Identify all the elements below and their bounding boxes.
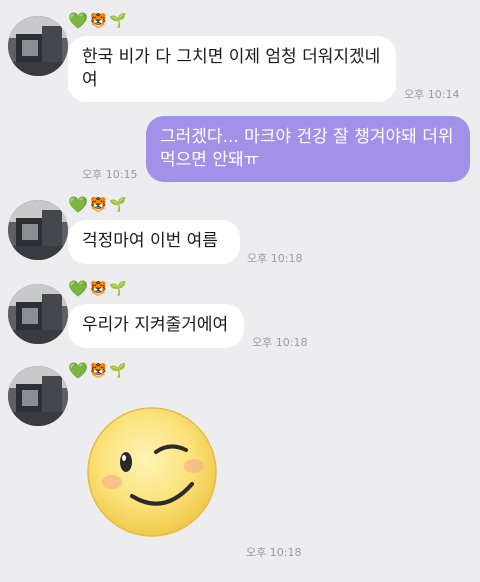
green-heart-icon: 💚 [68, 361, 88, 380]
sender-badges: 💚 🐯 🌱 [68, 12, 127, 30]
green-heart-icon: 💚 [68, 195, 88, 214]
message-timestamp: 오후 10:18 [247, 252, 303, 265]
avatar[interactable] [8, 16, 68, 76]
tiger-face-icon: 🐯 [89, 281, 108, 297]
tiger-face-icon: 🐯 [89, 197, 108, 213]
green-heart-icon: 💚 [68, 11, 88, 30]
avatar[interactable] [8, 284, 68, 344]
message-bubble[interactable]: 걱정마여 이번 여름 [68, 220, 240, 264]
message-timestamp: 오후 10:18 [252, 336, 308, 349]
winking-smiley-sticker[interactable] [84, 404, 220, 540]
message-bubble[interactable]: 한국 비가 다 그치면 이제 엄청 더워지겠네 여 [68, 36, 396, 102]
tiger-face-icon: 🐯 [89, 363, 108, 379]
message-bubble[interactable]: 우리가 지켜줄거에여 [68, 304, 244, 348]
sender-badges: 💚 🐯 🌱 [68, 362, 127, 380]
seedling-icon: 🌱 [109, 197, 127, 213]
seedling-icon: 🌱 [109, 13, 127, 29]
message-timestamp: 오후 10:18 [246, 546, 302, 559]
green-heart-icon: 💚 [68, 279, 88, 298]
message-bubble[interactable]: 그러겠다... 마크야 건강 잘 챙겨야돼 더위 먹으면 안돼ㅠ [146, 116, 470, 182]
sender-badges: 💚 🐯 🌱 [68, 280, 127, 298]
avatar[interactable] [8, 200, 68, 260]
message-timestamp: 오후 10:14 [404, 88, 460, 101]
message-timestamp: 오후 10:15 [82, 168, 138, 181]
seedling-icon: 🌱 [109, 281, 127, 297]
avatar[interactable] [8, 366, 68, 426]
seedling-icon: 🌱 [109, 363, 127, 379]
tiger-face-icon: 🐯 [89, 13, 108, 29]
sender-badges: 💚 🐯 🌱 [68, 196, 127, 214]
